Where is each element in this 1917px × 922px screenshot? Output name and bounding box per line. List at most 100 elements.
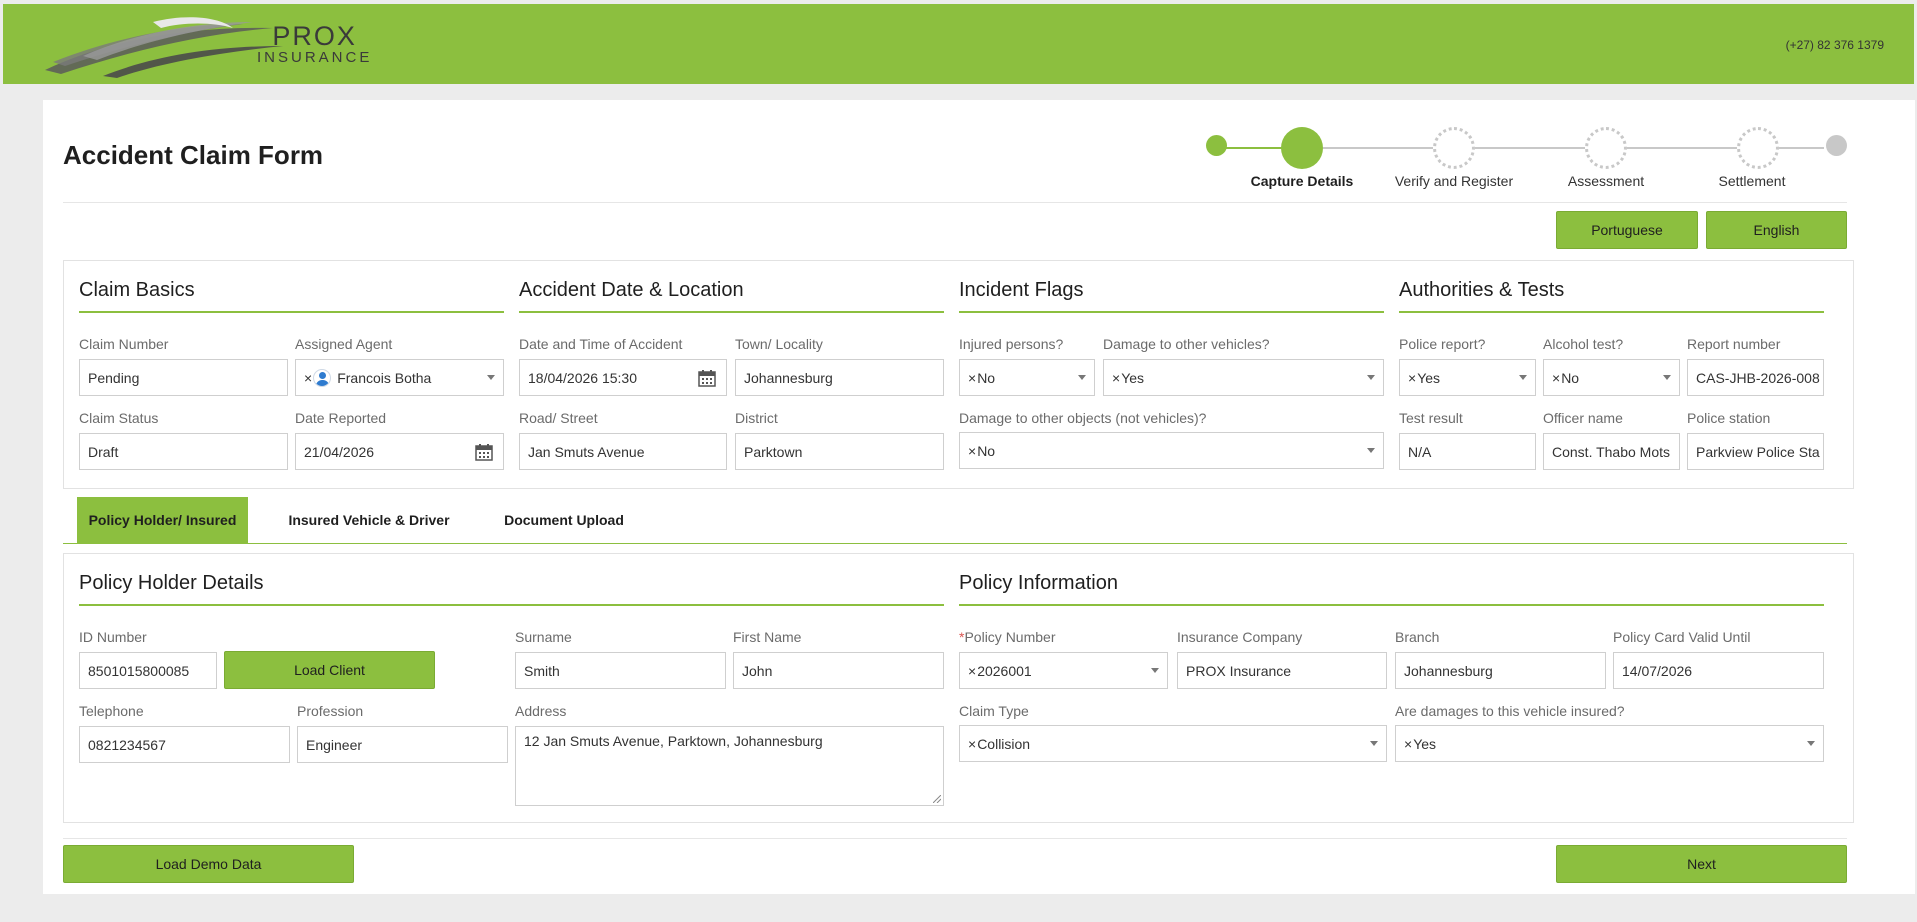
load-demo-data-button[interactable]: Load Demo Data [63,845,354,883]
date-reported-field[interactable]: 21/04/2026 [295,433,504,470]
profession-field[interactable]: Engineer [297,726,508,763]
policy-number-label-text: Policy Number [964,629,1056,645]
surname-field[interactable]: Smith [515,652,726,689]
english-button[interactable]: English [1706,211,1847,249]
tab-document-upload[interactable]: Document Upload [492,497,636,543]
chevron-down-icon [1663,375,1671,380]
clear-icon[interactable]: × [968,663,976,679]
brand-line1: PROX [272,21,357,51]
step-dot-capture[interactable] [1281,127,1323,169]
accident-datetime-label: Date and Time of Accident [519,336,683,352]
valid-until-label: Policy Card Valid Until [1613,629,1751,645]
stepper-start-dot [1206,135,1227,156]
police-report-select[interactable]: × Yes [1399,359,1536,396]
step-dot-settlement[interactable] [1737,127,1779,169]
officer-label: Officer name [1543,410,1623,426]
town-field[interactable]: Johannesburg [735,359,944,396]
first-name-label: First Name [733,629,802,645]
load-client-button[interactable]: Load Client [224,651,435,689]
id-number-label: ID Number [79,629,147,645]
road-field[interactable]: Jan Smuts Avenue [519,433,727,470]
clear-icon[interactable]: × [968,370,976,386]
claim-status-field[interactable]: Draft [79,433,288,470]
damage-objects-label: Damage to other objects (not vehicles)? [959,410,1207,426]
clear-icon[interactable]: × [1408,370,1416,386]
damage-objects-select[interactable]: × No [959,432,1384,469]
next-button[interactable]: Next [1556,845,1847,883]
address-label: Address [515,703,567,719]
app-header: PROX INSURANCE (+27) 82 376 1379 [3,4,1914,84]
assigned-agent-label: Assigned Agent [295,336,393,352]
accident-datetime-field[interactable]: 18/04/2026 15:30 [519,359,727,396]
damages-insured-select[interactable]: × Yes [1395,725,1824,762]
calendar-icon[interactable] [475,443,493,461]
clear-icon[interactable]: × [968,443,976,459]
alcohol-test-select[interactable]: × No [1543,359,1680,396]
chevron-down-icon [1078,375,1086,380]
section-title-policy-holder: Policy Holder Details [79,572,264,594]
section-title-accident: Accident Date & Location [519,279,744,301]
id-number-field[interactable]: 8501015800085 [79,652,217,689]
damages-insured-label: Are damages to this vehicle insured? [1395,703,1625,719]
assigned-agent-select[interactable]: × Francois Botha [295,359,504,396]
test-result-field[interactable]: N/A [1399,433,1536,470]
claim-number-field[interactable]: Pending [79,359,288,396]
district-field[interactable]: Parktown [735,433,944,470]
alcohol-test-label: Alcohol test? [1543,336,1624,352]
tab-underline [63,543,1847,544]
chevron-down-icon [1151,668,1159,673]
stepper-end-dot [1826,135,1847,156]
damage-vehicles-select[interactable]: × Yes [1103,359,1384,396]
town-label: Town/ Locality [735,336,823,352]
section-title-policy-info: Policy Information [959,572,1118,594]
divider [63,202,1847,203]
page-title: Accident Claim Form [63,140,324,170]
clear-icon[interactable]: × [1404,736,1412,752]
claim-type-select[interactable]: × Collision [959,725,1387,762]
police-report-label: Police report? [1399,336,1486,352]
section-underline [1399,311,1824,313]
report-number-label: Report number [1687,336,1781,352]
station-field[interactable]: Parkview Police Sta [1687,433,1824,470]
tab-insured-vehicle[interactable]: Insured Vehicle & Driver [278,497,460,543]
stepper-line [1779,147,1824,149]
chevron-down-icon [1370,741,1378,746]
step-label-verify: Verify and Register [1394,173,1514,189]
stepper-line [1226,147,1282,149]
officer-field[interactable]: Const. Thabo Mots [1543,433,1680,470]
district-label: District [735,410,778,426]
portuguese-button[interactable]: Portuguese [1556,211,1698,249]
section-underline [959,604,1824,606]
clear-icon[interactable]: × [968,736,976,752]
policy-number-select[interactable]: × 2026001 [959,652,1168,689]
valid-until-field[interactable]: 14/07/2026 [1613,652,1824,689]
clear-icon[interactable]: × [1112,370,1120,386]
damage-objects-value: No [977,442,996,459]
calendar-icon[interactable] [698,369,716,387]
station-label: Police station [1687,410,1771,426]
injured-select[interactable]: × No [959,359,1095,396]
section-underline [79,604,944,606]
company-field[interactable]: PROX Insurance [1177,652,1387,689]
damage-vehicles-value: Yes [1121,369,1145,386]
section-title-claim-basics: Claim Basics [79,279,195,301]
claim-type-label: Claim Type [959,703,1029,719]
report-number-field[interactable]: CAS-JHB-2026-008 [1687,359,1824,396]
step-label-assessment: Assessment [1567,173,1645,189]
date-reported-value: 21/04/2026 [304,443,375,460]
step-dot-verify[interactable] [1433,127,1475,169]
chevron-down-icon [1367,375,1375,380]
step-dot-assessment[interactable] [1585,127,1627,169]
chevron-down-icon [1519,375,1527,380]
first-name-field[interactable]: John [733,652,944,689]
claim-type-value: Collision [977,735,1031,752]
clear-icon[interactable]: × [304,370,312,386]
tab-policy-holder[interactable]: Policy Holder/ Insured [77,497,248,543]
telephone-field[interactable]: 0821234567 [79,726,290,763]
branch-field[interactable]: Johannesburg [1395,652,1606,689]
address-textarea[interactable]: 12 Jan Smuts Avenue, Parktown, Johannesb… [515,726,944,806]
resize-grip-icon[interactable] [933,795,941,803]
branch-label: Branch [1395,629,1440,645]
section-underline [959,311,1384,313]
clear-icon[interactable]: × [1552,370,1560,386]
